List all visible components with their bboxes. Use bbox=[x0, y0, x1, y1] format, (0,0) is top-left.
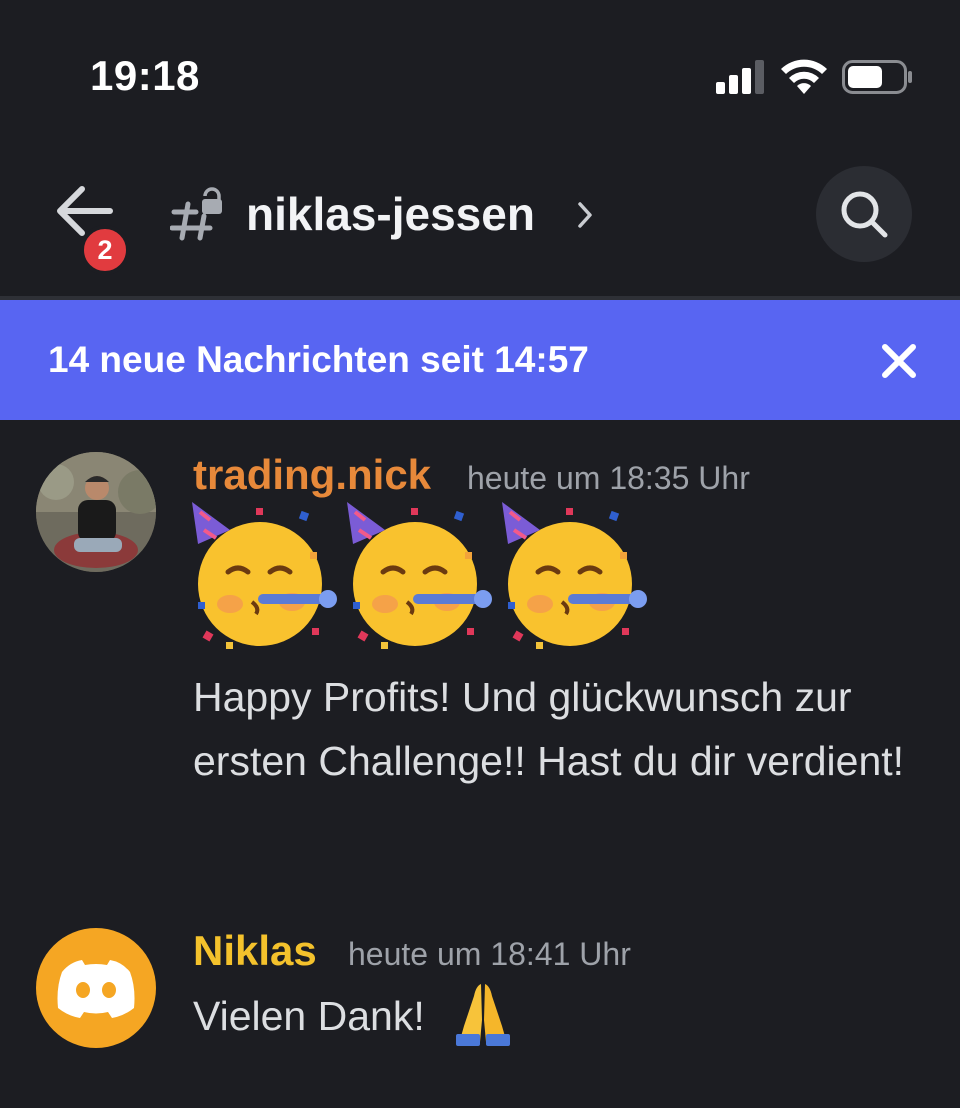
battery-icon bbox=[842, 60, 912, 94]
private-channel-icon bbox=[170, 187, 222, 241]
message-text: Vielen Dank! bbox=[193, 993, 425, 1039]
partying-face-icon bbox=[347, 502, 492, 649]
message-timestamp: heute um 18:41 Uhr bbox=[348, 936, 631, 972]
message-author[interactable]: trading.nick bbox=[193, 450, 431, 500]
search-icon bbox=[841, 191, 888, 238]
partying-face-icon bbox=[502, 502, 647, 649]
unread-badge: 2 bbox=[80, 225, 130, 275]
chevron-right-icon[interactable] bbox=[574, 198, 596, 232]
message-text: Happy Profits! Und glückwunsch zur erste… bbox=[193, 674, 905, 784]
emoji-row bbox=[190, 502, 660, 652]
cellular-signal-icon bbox=[716, 60, 764, 94]
message-author[interactable]: Niklas bbox=[193, 926, 317, 976]
status-bar: 19:18 bbox=[0, 0, 960, 140]
close-icon[interactable] bbox=[878, 340, 920, 382]
wifi-icon bbox=[781, 59, 827, 94]
message-timestamp: heute um 18:35 Uhr bbox=[467, 460, 750, 496]
discord-logo-icon bbox=[57, 960, 135, 1018]
user-photo-icon bbox=[36, 452, 156, 572]
status-time: 19:18 bbox=[90, 52, 200, 99]
search-button[interactable] bbox=[816, 166, 912, 262]
avatar[interactable] bbox=[36, 452, 156, 572]
avatar[interactable] bbox=[36, 928, 156, 1048]
new-messages-banner[interactable]: 14 neue Nachrichten seit 14:57 bbox=[0, 300, 960, 420]
partying-face-icon bbox=[192, 502, 337, 649]
channel-name[interactable]: niklas-jessen bbox=[246, 186, 535, 242]
new-messages-text: 14 neue Nachrichten seit 14:57 bbox=[48, 339, 589, 380]
folded-hands-icon bbox=[456, 984, 510, 1046]
